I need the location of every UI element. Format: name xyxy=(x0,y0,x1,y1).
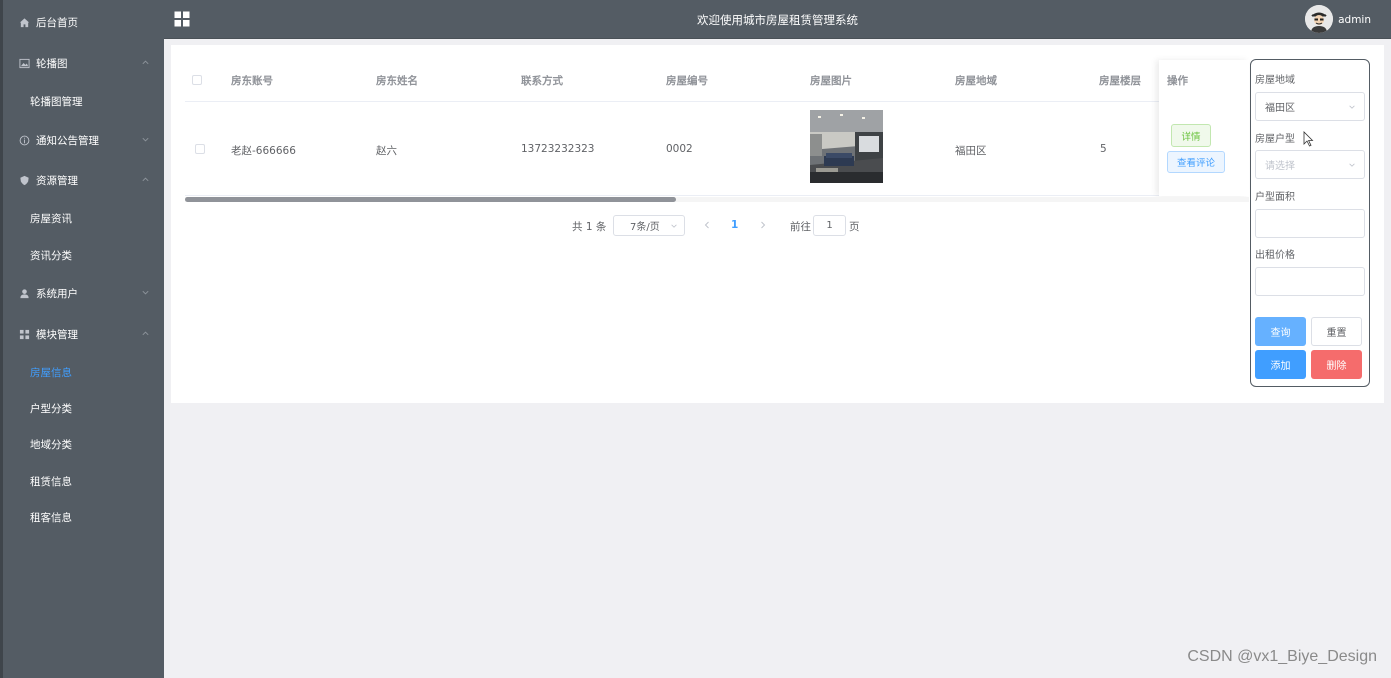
divider xyxy=(185,195,1249,196)
sidebar-item-lease[interactable]: 租赁信息 xyxy=(3,471,164,491)
sidebar-item-region[interactable]: 地域分类 xyxy=(3,434,164,454)
cell-floor: 5 xyxy=(1100,143,1107,155)
column-header: 房东姓名 xyxy=(376,75,418,87)
next-page-icon[interactable] xyxy=(758,219,768,231)
prev-page-icon[interactable] xyxy=(702,219,712,231)
house-photo xyxy=(810,110,883,183)
sidebar-item-label: 房屋信息 xyxy=(30,366,72,379)
chevron-up-icon xyxy=(142,60,149,65)
area-label: 户型面积 xyxy=(1255,192,1295,203)
image-icon xyxy=(19,58,30,69)
column-header: 操作 xyxy=(1167,75,1188,87)
pagination-total: 共 1 条 xyxy=(572,221,607,233)
divider xyxy=(185,101,1249,102)
page-label: 页 xyxy=(849,221,860,233)
view-comments-button[interactable]: 查看评论 xyxy=(1167,151,1225,173)
sidebar-item-tenant[interactable]: 租客信息 xyxy=(3,507,164,527)
sidebar-item-label: 后台首页 xyxy=(36,16,78,29)
goto-label: 前往 xyxy=(790,221,811,233)
sidebar-item-carousel-manage[interactable]: 轮播图管理 xyxy=(3,91,164,111)
cell-house-no: 0002 xyxy=(666,143,693,155)
house-type-select[interactable]: 请选择 xyxy=(1255,150,1365,179)
chevron-down-icon xyxy=(142,290,149,295)
page-title: 欢迎使用城市房屋租赁管理系统 xyxy=(697,13,858,27)
sidebar-item-label: 轮播图管理 xyxy=(30,95,83,108)
column-header: 房屋地域 xyxy=(955,75,997,87)
sidebar-item-modules[interactable]: 模块管理 xyxy=(3,324,164,344)
page-size-select[interactable]: 7条/页 xyxy=(613,215,685,236)
mouse-cursor-icon xyxy=(1303,131,1314,147)
sidebar-item-label: 资源管理 xyxy=(36,174,78,187)
area-input[interactable] xyxy=(1255,209,1365,238)
page-number-current[interactable]: 1 xyxy=(731,219,738,231)
house-type-placeholder: 请选择 xyxy=(1265,161,1295,172)
sidebar-item-label: 系统用户 xyxy=(36,287,78,300)
chevron-down-icon xyxy=(142,137,149,142)
region-select-value: 福田区 xyxy=(1265,103,1295,114)
house-image[interactable] xyxy=(810,110,883,183)
sidebar-item-label: 租赁信息 xyxy=(30,475,72,488)
shield-icon xyxy=(19,175,30,186)
sidebar: 后台首页 轮播图 轮播图管理 通知公告管理 资源管理 房屋资讯 资讯分类 系统用… xyxy=(0,0,164,678)
sidebar-item-label: 房屋资讯 xyxy=(30,212,72,225)
sidebar-item-home[interactable]: 后台首页 xyxy=(3,12,164,32)
cell-phone: 13723232323 xyxy=(521,143,595,155)
sidebar-item-label: 户型分类 xyxy=(30,402,72,415)
chevron-down-icon xyxy=(1349,105,1355,109)
sidebar-item-label: 地域分类 xyxy=(30,438,72,451)
chevron-up-icon xyxy=(142,177,149,182)
column-header: 房东账号 xyxy=(231,75,273,87)
detail-button[interactable]: 详情 xyxy=(1171,124,1211,147)
page-size-value: 7条/页 xyxy=(630,222,660,233)
region-label: 房屋地域 xyxy=(1255,75,1295,86)
username[interactable]: admin xyxy=(1338,14,1371,26)
cell-region: 福田区 xyxy=(955,145,987,157)
chevron-down-icon xyxy=(671,224,677,228)
sidebar-item-carousel[interactable]: 轮播图 xyxy=(3,53,164,73)
query-button[interactable]: 查询 xyxy=(1255,317,1306,346)
sidebar-item-news-category[interactable]: 资讯分类 xyxy=(3,245,164,265)
house-type-label: 房屋户型 xyxy=(1255,134,1295,145)
user-icon xyxy=(19,288,30,299)
column-header: 联系方式 xyxy=(521,75,563,87)
goto-page-input[interactable] xyxy=(813,215,846,236)
avatar-icon xyxy=(1305,5,1333,33)
sidebar-item-label: 模块管理 xyxy=(36,328,78,341)
delete-button[interactable]: 删除 xyxy=(1311,350,1362,379)
column-header: 房屋编号 xyxy=(666,75,708,87)
sidebar-item-system-users[interactable]: 系统用户 xyxy=(3,283,164,303)
sidebar-item-resource[interactable]: 资源管理 xyxy=(3,170,164,190)
topbar: 欢迎使用城市房屋租赁管理系统 admin xyxy=(164,0,1391,39)
sidebar-item-house-news[interactable]: 房屋资讯 xyxy=(3,208,164,228)
column-header: 房屋楼层 xyxy=(1099,75,1141,87)
cell-landlord-name: 赵六 xyxy=(376,145,397,157)
sidebar-item-house-type[interactable]: 户型分类 xyxy=(3,398,164,418)
sidebar-item-house-info[interactable]: 房屋信息 xyxy=(3,362,164,382)
chevron-down-icon xyxy=(1349,163,1355,167)
sidebar-item-label: 租客信息 xyxy=(30,511,72,524)
sidebar-item-label: 通知公告管理 xyxy=(36,134,99,147)
horizontal-scrollbar-thumb[interactable] xyxy=(185,197,676,202)
price-input[interactable] xyxy=(1255,267,1365,296)
price-label: 出租价格 xyxy=(1255,250,1295,261)
reset-button[interactable]: 重置 xyxy=(1311,317,1362,346)
watermark: CSDN @vx1_Biye_Design xyxy=(1187,648,1377,665)
select-all-checkbox[interactable] xyxy=(192,75,202,85)
add-button[interactable]: 添加 xyxy=(1255,350,1306,379)
column-header: 房屋图片 xyxy=(810,75,852,87)
avatar[interactable] xyxy=(1305,5,1333,33)
sidebar-item-label: 资讯分类 xyxy=(30,249,72,262)
cell-landlord-account: 老赵-666666 xyxy=(231,145,296,157)
chevron-up-icon xyxy=(142,331,149,336)
row-checkbox[interactable] xyxy=(195,144,205,154)
grid-icon xyxy=(19,329,30,340)
sidebar-item-notice[interactable]: 通知公告管理 xyxy=(3,130,164,150)
home-icon xyxy=(19,17,30,28)
info-icon xyxy=(19,135,30,146)
region-select[interactable]: 福田区 xyxy=(1255,92,1365,121)
sidebar-item-label: 轮播图 xyxy=(36,57,68,70)
